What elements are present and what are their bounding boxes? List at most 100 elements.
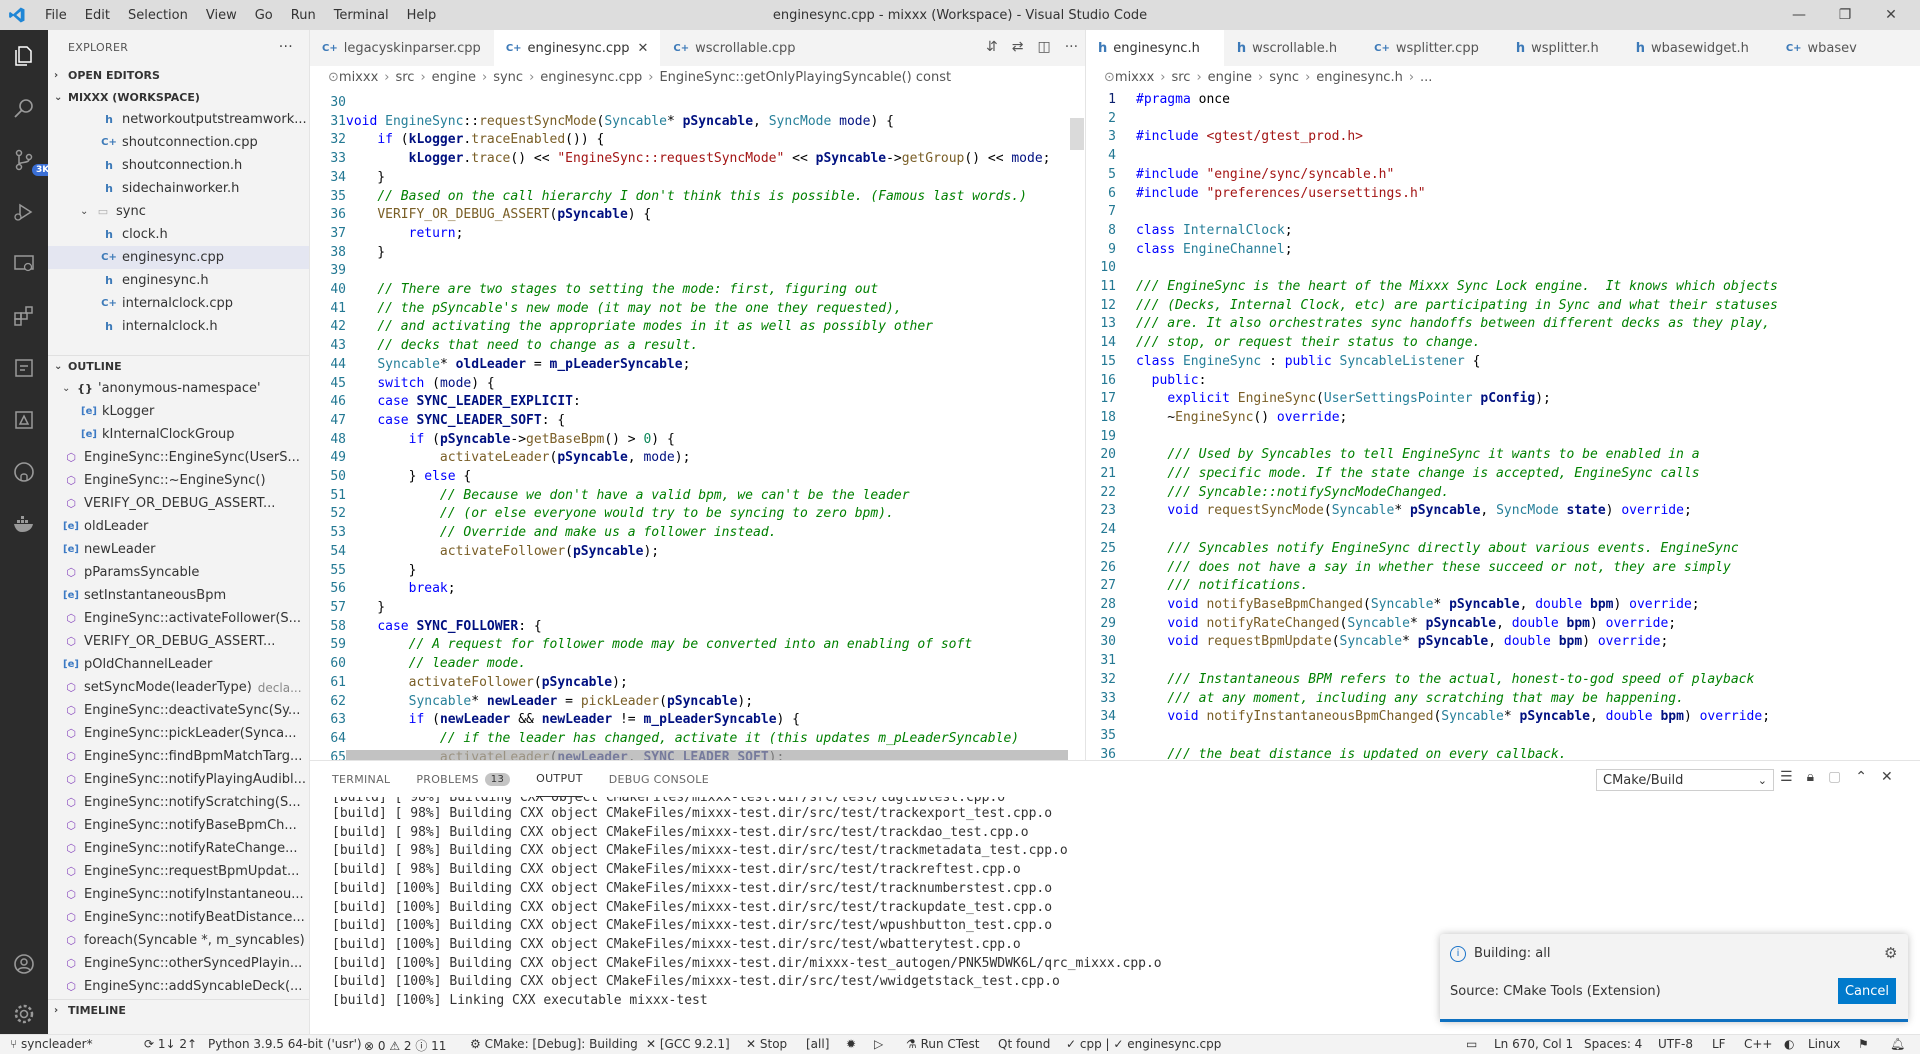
output-log[interactable]: [build] [ 98%] Building CXX object CMake… (332, 797, 1162, 1011)
breadcrumb-item[interactable]: EngineSync::getOnlyPlayingSyncable() con… (659, 70, 951, 85)
code-line[interactable]: void requestBpmUpdate(Syncable* pSyncabl… (1136, 633, 1906, 652)
file-item[interactable]: h networkoutputstreamwork... (48, 108, 309, 131)
horizontal-scrollbar[interactable] (346, 750, 1068, 760)
minimize-icon[interactable]: — (1776, 0, 1822, 30)
outline-item[interactable]: ⬡ EngineSync::deactivateSync(Sy... (48, 699, 309, 722)
breadcrumb-item[interactable]: src (395, 70, 414, 85)
timeline-section[interactable]: › TIMELINE (48, 999, 309, 1021)
breadcrumb-item[interactable]: engine (432, 70, 476, 85)
debug-icon[interactable]: ✹ (846, 1037, 856, 1051)
cursor-position[interactable]: Ln 670, Col 1 (1494, 1037, 1573, 1051)
code-line[interactable]: // Because we don't have a valid bpm, we… (346, 487, 1068, 506)
code-line[interactable]: ~EngineSync() override; (1136, 409, 1906, 428)
code-line[interactable]: void notifyBaseBpmChanged(Syncable* pSyn… (1136, 596, 1906, 615)
code-line[interactable] (1136, 147, 1906, 166)
code-line[interactable]: /// specific mode. If the state change i… (1136, 465, 1906, 484)
clear-output-icon[interactable]: ☰ (1780, 769, 1793, 785)
close-panel-icon[interactable]: ✕ (1881, 769, 1893, 785)
code-line[interactable]: if (newLeader && newLeader != m_pLeaderS… (346, 711, 1068, 730)
menu-help[interactable]: Help (398, 8, 446, 23)
file-item[interactable]: ⌄ ▭ sync (48, 200, 309, 223)
github-icon[interactable] (8, 456, 40, 488)
settings-gear-icon[interactable] (8, 998, 40, 1030)
breadcrumb-item[interactable]: src (1171, 70, 1190, 85)
code-line[interactable]: class EngineChannel; (1136, 241, 1906, 260)
language-mode[interactable]: C++ (1744, 1037, 1773, 1051)
editor-tab[interactable]: C+ wsplitter.cpp (1362, 30, 1504, 66)
more-actions-icon[interactable]: ··· (1065, 39, 1078, 55)
breadcrumb-item[interactable]: enginesync.cpp (540, 70, 642, 85)
code-line[interactable]: // Based on the call hierarchy I don't t… (346, 188, 1068, 207)
file-item[interactable]: h internalclock.h (48, 315, 309, 338)
code-line[interactable]: /// are. It also orchestrates sync hando… (1136, 315, 1906, 334)
cmake-icon[interactable] (8, 352, 40, 384)
editor-tab[interactable]: C+ enginesync.cpp ✕ (493, 30, 662, 66)
code-line[interactable]: activateFollower(pSyncable); (346, 674, 1068, 693)
code-line[interactable]: void requestSyncMode(Syncable* pSyncable… (1136, 502, 1906, 521)
menu-view[interactable]: View (197, 8, 246, 23)
problems-status[interactable]: ⊗ 0 ⚠ 2 ⓘ 11 (364, 1037, 446, 1054)
menu-run[interactable]: Run (282, 8, 325, 23)
search-icon[interactable] (8, 92, 40, 124)
panel-tab-terminal[interactable]: TERMINAL (332, 761, 390, 797)
code-line[interactable]: // A request for follower mode may be co… (346, 636, 1068, 655)
code-line[interactable]: // if the leader has changed, activate i… (346, 730, 1068, 749)
menu-file[interactable]: File (36, 8, 76, 23)
code-line[interactable]: // the pSyncable's new mode (it may not … (346, 300, 1068, 319)
notifications-icon[interactable]: 🔔︎ (1890, 1037, 1905, 1051)
line-ending[interactable]: LF (1712, 1037, 1726, 1051)
menu-selection[interactable]: Selection (119, 8, 197, 23)
breadcrumb-item[interactable]: sync (1269, 70, 1299, 85)
menu-go[interactable]: Go (246, 8, 282, 23)
code-line[interactable]: VERIFY_OR_DEBUG_ASSERT(pSyncable) { (346, 206, 1068, 225)
archive-icon[interactable]: ▭ (1466, 1037, 1477, 1051)
code-text[interactable]: #pragma once #include <gtest/gtest_prod.… (1136, 91, 1906, 760)
menu-terminal[interactable]: Terminal (325, 8, 398, 23)
code-line[interactable]: #pragma once (1136, 91, 1906, 110)
code-line[interactable] (1136, 203, 1906, 222)
code-line[interactable]: // Override and make us a follower inste… (346, 524, 1068, 543)
code-line[interactable]: /// EngineSync is the heart of the Mixxx… (1136, 278, 1906, 297)
close-tab-icon[interactable]: ✕ (638, 41, 649, 56)
code-line[interactable]: case SYNC_LEADER_EXPLICIT: (346, 393, 1068, 412)
code-line[interactable]: // There are two stages to setting the m… (346, 281, 1068, 300)
remote-explorer-icon[interactable] (8, 248, 40, 280)
outline-item[interactable]: ⬡ EngineSync::pickLeader(Synca... (48, 722, 309, 745)
file-item[interactable]: C+ enginesync.cpp (48, 246, 309, 269)
code-line[interactable]: /// (Decks, Internal Clock, etc) are par… (1136, 297, 1906, 316)
run-ctest[interactable]: ⚗ Run CTest (906, 1037, 979, 1051)
outline-item[interactable]: ⬡ EngineSync::notifyBeatDistance... (48, 906, 309, 929)
close-window-icon[interactable]: ✕ (1868, 0, 1914, 30)
code-line[interactable]: Syncable* oldLeader = m_pLeaderSyncable; (346, 356, 1068, 375)
outline-item[interactable]: ⬡ EngineSync::notifyBaseBpmCh... (48, 814, 309, 837)
outline-item[interactable]: ⬡ pParamsSyncable (48, 561, 309, 584)
menu-edit[interactable]: Edit (76, 8, 119, 23)
outline-item[interactable]: ⬡ setSyncMode(leaderType) decla... (48, 676, 309, 699)
breadcrumb-item[interactable]: ... (1420, 70, 1432, 85)
editor-tab[interactable]: C+ wbasev (1774, 30, 1882, 66)
run-debug-icon[interactable] (8, 196, 40, 228)
output-channel-select[interactable]: CMake/Build ⌄ (1596, 769, 1774, 791)
outline-item[interactable]: [e] kLogger (48, 400, 309, 423)
code-line[interactable]: // leader mode. (346, 655, 1068, 674)
docker-icon[interactable] (8, 508, 40, 540)
code-line[interactable]: } (346, 169, 1068, 188)
maximize-panel-icon[interactable]: ⌃ (1855, 769, 1867, 785)
stop-button[interactable]: ✕ Stop (746, 1037, 787, 1051)
run-icon[interactable]: ▷ (874, 1037, 883, 1051)
code-line[interactable]: // and activating the appropriate modes … (346, 318, 1068, 337)
outline-item[interactable]: [e] kInternalClockGroup (48, 423, 309, 446)
editor-scrollbar[interactable] (1070, 118, 1084, 150)
lock-scroll-icon[interactable]: 🔒︎ (1807, 769, 1814, 785)
outline-item[interactable]: ⬡ EngineSync::notifyInstantaneou... (48, 883, 309, 906)
outline-item[interactable]: ⌄ {} 'anonymous-namespace' (48, 377, 309, 400)
code-line[interactable]: case SYNC_FOLLOWER: { (346, 618, 1068, 637)
outline-item[interactable]: [e] setInstantaneousBpm (48, 584, 309, 607)
code-line[interactable]: } (346, 562, 1068, 581)
code-line[interactable]: void notifyRateChanged(Syncable* pSyncab… (1136, 615, 1906, 634)
outline-item[interactable]: [e] newLeader (48, 538, 309, 561)
outline-item[interactable]: ⬡ VERIFY_OR_DEBUG_ASSERT... (48, 492, 309, 515)
sync-status[interactable]: ⟳ 1↓ 2↑ (144, 1037, 197, 1051)
cmake-status[interactable]: ⚙ CMake: [Debug]: Building (470, 1037, 638, 1051)
code-line[interactable]: #include "engine/sync/syncable.h" (1136, 166, 1906, 185)
